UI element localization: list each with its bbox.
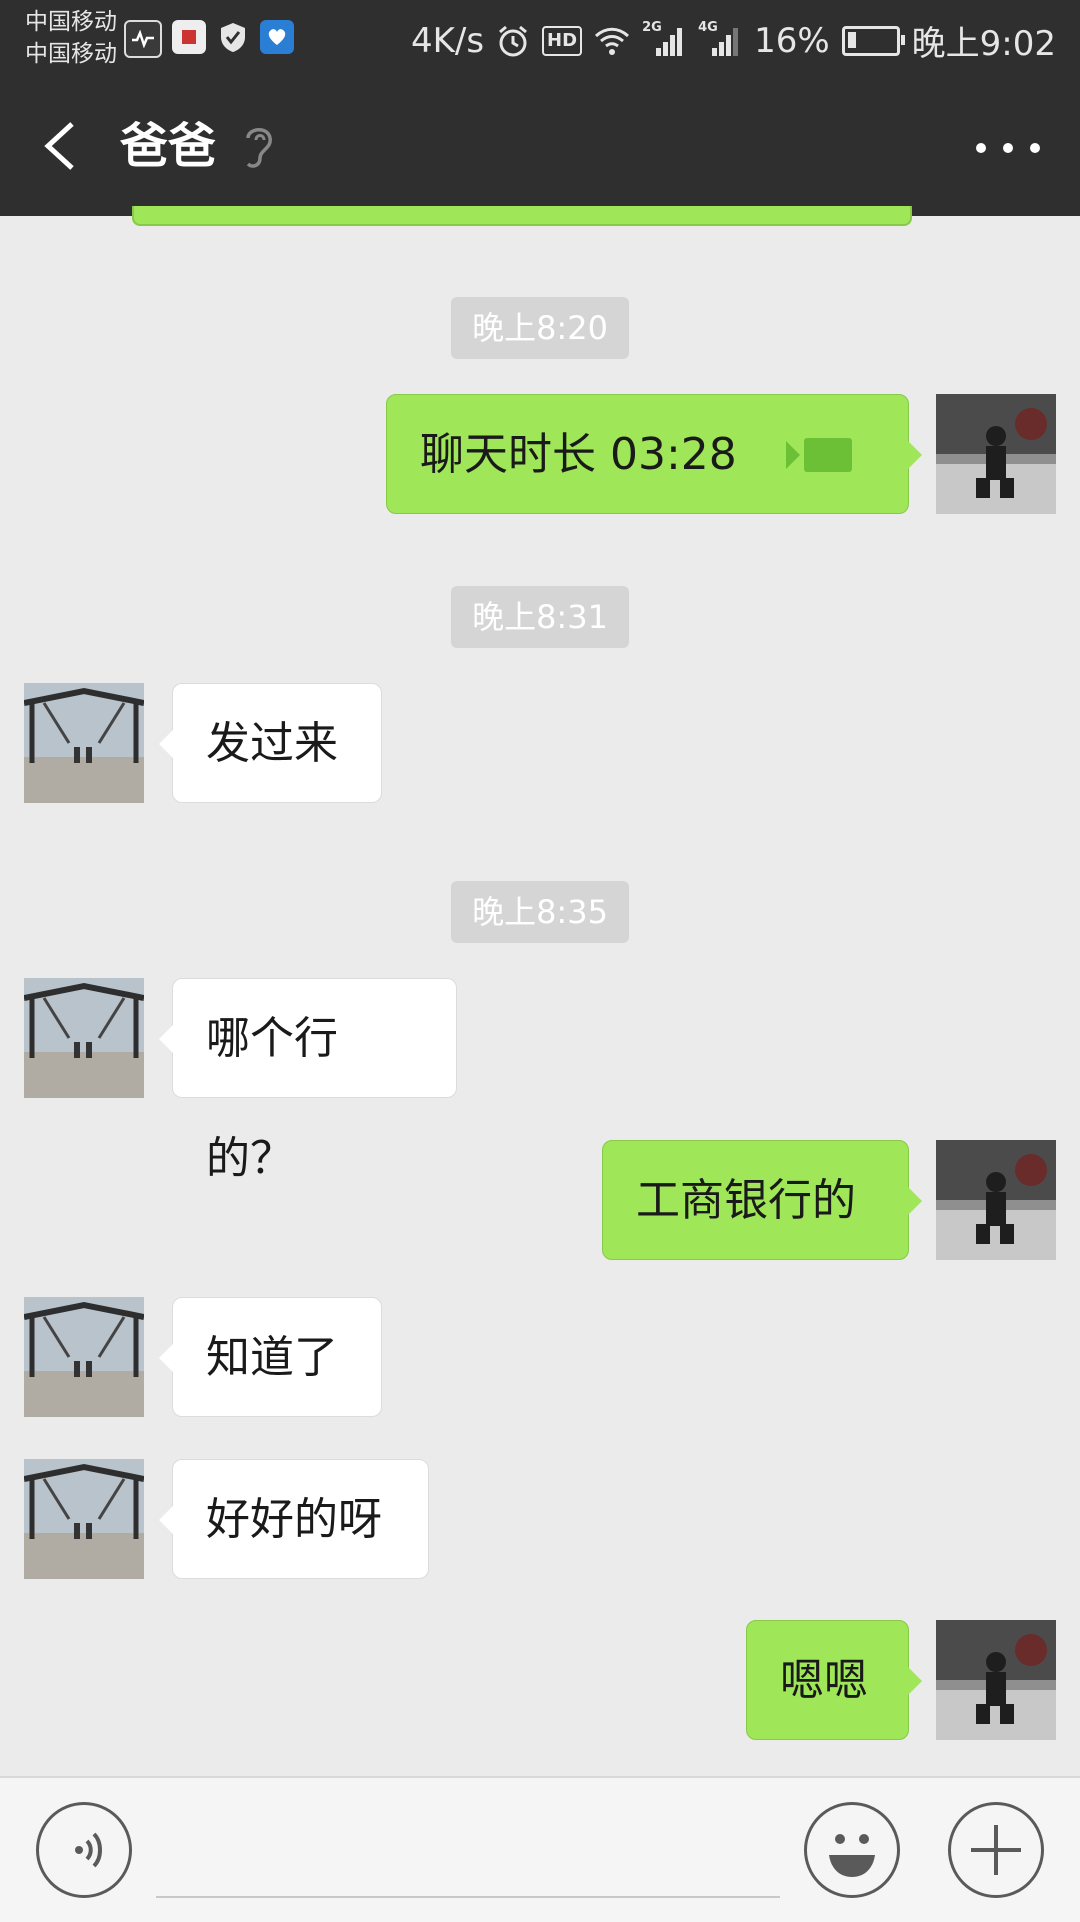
network-speed: 4K/s <box>410 20 485 61</box>
call-duration-text: 聊天时长 03:28 <box>420 429 737 480</box>
dad-avatar[interactable] <box>23 978 145 1098</box>
outgoing-message[interactable]: 工商银行的 <box>602 1140 922 1260</box>
wifi-icon <box>595 27 630 55</box>
hd-badge: HD <box>542 25 583 56</box>
chat-header: 爸爸 <box>0 76 1080 216</box>
carrier-info: 中国移动 中国移动 <box>25 6 117 70</box>
incoming-message[interactable]: 知道了 <box>159 1297 382 1417</box>
battery-percent: 16% <box>754 20 830 61</box>
message-input[interactable] <box>156 1896 780 1898</box>
back-arrow-icon[interactable] <box>36 116 96 176</box>
incoming-message[interactable]: 发过来 <box>159 683 382 803</box>
carrier-2: 中国移动 <box>25 41 117 67</box>
my-avatar[interactable] <box>936 1620 1056 1740</box>
activity-icon <box>124 20 162 58</box>
incoming-message[interactable]: 哪个行的？ <box>159 978 457 1184</box>
voice-icon[interactable] <box>36 1802 132 1898</box>
outgoing-message[interactable]: 嗯嗯 <box>746 1620 922 1740</box>
video-call-icon <box>786 438 852 472</box>
carrier-1: 中国移动 <box>25 9 117 35</box>
input-bar <box>0 1776 1080 1922</box>
emoji-icon[interactable] <box>804 1802 900 1898</box>
status-bar: 中国移动 中国移动 4K/s HD 2G 4G 16% 晚上9:02 <box>0 0 1080 76</box>
alarm-icon <box>499 25 528 56</box>
my-avatar[interactable] <box>936 394 1056 514</box>
notification-icons <box>124 20 294 58</box>
battery-icon <box>841 25 905 56</box>
my-avatar[interactable] <box>936 1140 1056 1260</box>
timestamp: 晚上8:35 <box>451 881 629 943</box>
clock: 晚上9:02 <box>911 24 1056 64</box>
timestamp: 晚上8:20 <box>451 297 629 359</box>
incoming-message[interactable]: 好好的呀 <box>159 1459 429 1579</box>
timestamp: 晚上8:31 <box>451 586 629 648</box>
signal-4g: 4G <box>698 20 742 58</box>
chat-title: 爸爸 <box>120 118 217 174</box>
plus-icon[interactable] <box>948 1802 1044 1898</box>
signal-bars-icon <box>656 27 683 56</box>
health-app-icon <box>260 20 294 54</box>
dad-avatar[interactable] <box>23 1459 145 1579</box>
status-right: 4K/s HD 2G 4G 16% 晚上9:02 <box>411 16 1056 65</box>
signal-bars-icon <box>712 27 739 56</box>
previous-message-peek <box>132 206 912 226</box>
shield-icon <box>216 20 250 54</box>
ear-icon <box>238 122 278 172</box>
signal-2g: 2G <box>642 20 686 58</box>
dad-avatar[interactable] <box>23 1297 145 1417</box>
dad-avatar[interactable] <box>23 683 145 803</box>
call-record-bubble[interactable]: 聊天时长 03:28 <box>386 394 922 514</box>
more-icon[interactable] <box>976 128 1040 168</box>
app-badge-icon <box>172 20 206 54</box>
